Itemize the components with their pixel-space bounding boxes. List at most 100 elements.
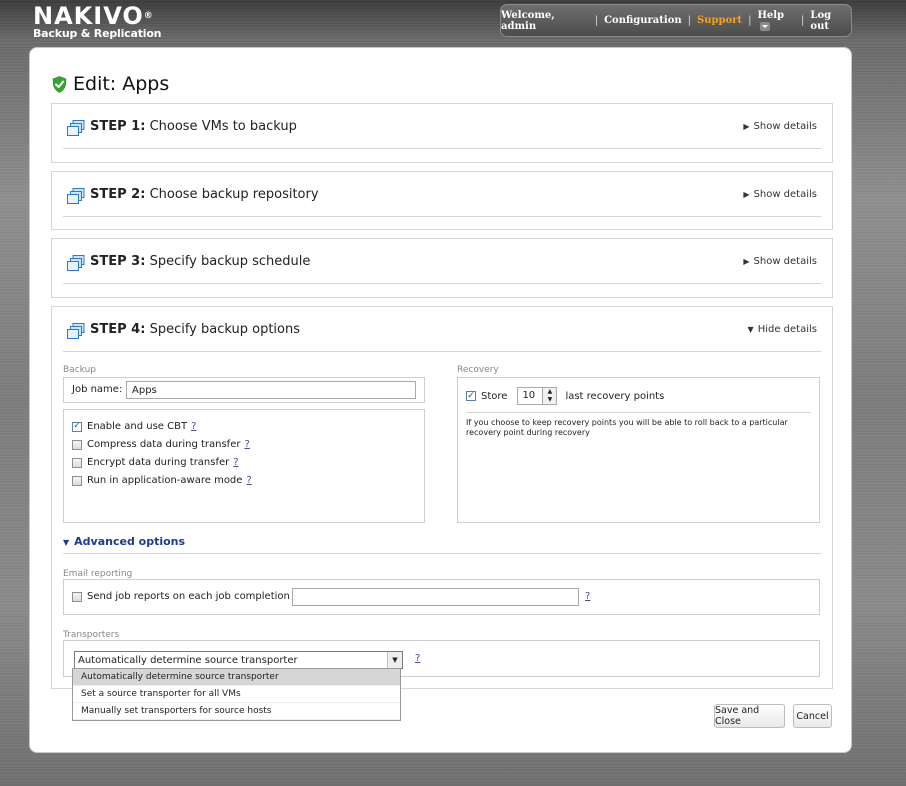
step-3-title: STEP 3: Specify backup schedule bbox=[90, 254, 310, 269]
step-1-toggle-label: Show details bbox=[753, 121, 817, 132]
advanced-options-toggle[interactable]: ▼ Advanced options bbox=[63, 535, 821, 554]
recovery-points-value[interactable]: 10 bbox=[518, 388, 542, 404]
step-4-title: STEP 4: Specify backup options bbox=[90, 322, 300, 337]
email-send-label: Send job reports on each job completion … bbox=[87, 591, 307, 602]
shield-check-icon bbox=[52, 75, 67, 93]
help-link[interactable]: ? bbox=[246, 475, 251, 486]
option-cbt[interactable]: ✓ Enable and use CBT ? bbox=[72, 421, 196, 432]
help-link[interactable]: ? bbox=[191, 421, 196, 432]
store-label: Store bbox=[481, 390, 508, 402]
step-3-panel: STEP 3: Specify backup schedule ▶ Show de… bbox=[51, 238, 833, 298]
email-row[interactable]: Send job reports on each job completion … bbox=[72, 591, 306, 602]
step-1-label: Choose VMs to backup bbox=[149, 119, 297, 134]
option-encrypt-label: Encrypt data during transfer bbox=[87, 457, 230, 468]
transporter-select[interactable]: Automatically determine source transport… bbox=[74, 651, 403, 669]
dropdown-option[interactable]: Set a source transporter for all VMs bbox=[73, 686, 400, 703]
recovery-section-label: Recovery bbox=[457, 365, 499, 375]
option-cbt-label: Enable and use CBT bbox=[87, 421, 188, 432]
transporter-selected-value: Automatically determine source transport… bbox=[78, 654, 298, 666]
dropdown-option[interactable]: Automatically determine source transport… bbox=[73, 669, 400, 686]
triangle-down-icon: ▼ bbox=[63, 538, 70, 547]
checkbox-icon[interactable] bbox=[72, 591, 82, 602]
email-box: Send job reports on each job completion … bbox=[63, 579, 820, 615]
step-4-hide-details[interactable]: ▼ Hide details bbox=[748, 324, 817, 335]
step-1-show-details[interactable]: ▶ Show details bbox=[743, 121, 817, 132]
transporter-dropdown-list: Automatically determine source transport… bbox=[72, 668, 401, 721]
recovery-divider bbox=[466, 412, 810, 413]
help-link[interactable]: ? bbox=[233, 457, 238, 468]
triangle-right-icon: ▶ bbox=[743, 190, 750, 199]
option-app-aware-label: Run in application-aware mode bbox=[87, 475, 243, 486]
option-compress[interactable]: Compress data during transfer ? bbox=[72, 439, 250, 450]
step-2-header[interactable]: STEP 2: Choose backup repository ▶ Show d… bbox=[63, 172, 821, 217]
chevron-down-icon bbox=[760, 21, 771, 31]
help-menu[interactable]: Help bbox=[757, 10, 795, 32]
option-compress-label: Compress data during transfer bbox=[87, 439, 241, 450]
chevron-down-icon[interactable]: ▼ bbox=[543, 396, 556, 404]
step-2-title: STEP 2: Choose backup repository bbox=[90, 187, 319, 202]
job-name-label: Job name: bbox=[72, 384, 123, 395]
brand-name: NAKIVO bbox=[33, 2, 144, 30]
step-3-toggle-label: Show details bbox=[753, 256, 817, 267]
edit-job-panel: Edit: Apps STEP 1: Choose VMs to backup … bbox=[29, 47, 852, 753]
vm-stack-icon bbox=[67, 323, 85, 339]
vm-stack-icon bbox=[67, 188, 85, 204]
store-row: ✓ Store 10 ▲ ▼ last recovery points bbox=[466, 387, 664, 405]
step-1-header[interactable]: STEP 1: Choose VMs to backup ▶ Show detai… bbox=[63, 104, 821, 149]
step-3-label: Specify backup schedule bbox=[149, 254, 311, 269]
vm-stack-icon bbox=[67, 120, 85, 136]
page-title: Edit: Apps bbox=[52, 73, 169, 95]
option-app-aware[interactable]: Run in application-aware mode ? bbox=[72, 475, 252, 486]
step-2-toggle-label: Show details bbox=[753, 189, 817, 200]
product-name: Backup & Replication bbox=[33, 27, 162, 40]
points-label: last recovery points bbox=[565, 390, 665, 402]
configuration-link[interactable]: Configuration bbox=[604, 15, 682, 26]
step-4-panel: STEP 4: Specify backup options ▼ Hide det… bbox=[51, 306, 833, 689]
help-link[interactable]: ? bbox=[244, 439, 249, 450]
email-address-input[interactable] bbox=[292, 588, 579, 606]
checkbox-checked-icon[interactable]: ✓ bbox=[466, 391, 476, 401]
stepper-arrows[interactable]: ▲ ▼ bbox=[542, 388, 557, 404]
logout-link[interactable]: Log out bbox=[810, 10, 851, 32]
page-title-text: Edit: Apps bbox=[73, 73, 170, 95]
step-3-show-details[interactable]: ▶ Show details bbox=[743, 256, 817, 267]
product-logo: NAKIVO® Backup & Replication bbox=[33, 2, 162, 40]
dropdown-option[interactable]: Manually set transporters for source hos… bbox=[73, 703, 400, 720]
help-label: Help bbox=[757, 9, 785, 21]
nav-separator: | bbox=[748, 15, 752, 26]
step-4-header[interactable]: STEP 4: Specify backup options ▼ Hide det… bbox=[63, 307, 821, 352]
save-and-close-button[interactable]: Save and Close bbox=[714, 704, 785, 728]
step-1-title: STEP 1: Choose VMs to backup bbox=[90, 119, 297, 134]
checkbox-icon[interactable] bbox=[72, 439, 82, 450]
step-2-label: Choose backup repository bbox=[149, 187, 319, 202]
advanced-options-label: Advanced options bbox=[74, 535, 186, 548]
transporters-section-label: Transporters bbox=[63, 630, 120, 640]
triangle-right-icon: ▶ bbox=[743, 122, 750, 131]
chevron-down-icon[interactable]: ▼ bbox=[387, 652, 402, 668]
vm-stack-icon bbox=[67, 255, 85, 271]
recovery-note: If you choose to keep recovery points yo… bbox=[466, 418, 788, 437]
triangle-right-icon: ▶ bbox=[743, 257, 750, 266]
cancel-button[interactable]: Cancel bbox=[793, 704, 832, 728]
step-4-number: STEP 4: bbox=[90, 322, 146, 337]
checkbox-icon[interactable] bbox=[72, 475, 82, 486]
job-name-row: Job name: bbox=[72, 384, 122, 395]
backup-section-label: Backup bbox=[63, 365, 96, 375]
top-navigation: Welcome, admin | Configuration | Support… bbox=[500, 4, 852, 37]
support-link[interactable]: Support bbox=[697, 15, 742, 26]
step-1-panel: STEP 1: Choose VMs to backup ▶ Show detai… bbox=[51, 103, 833, 163]
step-2-number: STEP 2: bbox=[90, 187, 146, 202]
step-2-show-details[interactable]: ▶ Show details bbox=[743, 189, 817, 200]
recovery-points-stepper[interactable]: 10 ▲ ▼ bbox=[517, 387, 558, 405]
step-3-number: STEP 3: bbox=[90, 254, 146, 269]
checkbox-icon[interactable] bbox=[72, 457, 82, 468]
job-name-input[interactable]: Apps bbox=[126, 381, 416, 399]
option-encrypt[interactable]: Encrypt data during transfer ? bbox=[72, 457, 239, 468]
step-3-header[interactable]: STEP 3: Specify backup schedule ▶ Show de… bbox=[63, 239, 821, 284]
step-1-number: STEP 1: bbox=[90, 119, 146, 134]
chevron-up-icon[interactable]: ▲ bbox=[543, 388, 556, 396]
help-link[interactable]: ? bbox=[585, 591, 590, 602]
checkbox-checked-icon[interactable]: ✓ bbox=[72, 421, 82, 432]
step-2-panel: STEP 2: Choose backup repository ▶ Show d… bbox=[51, 171, 833, 230]
help-link[interactable]: ? bbox=[415, 653, 420, 664]
